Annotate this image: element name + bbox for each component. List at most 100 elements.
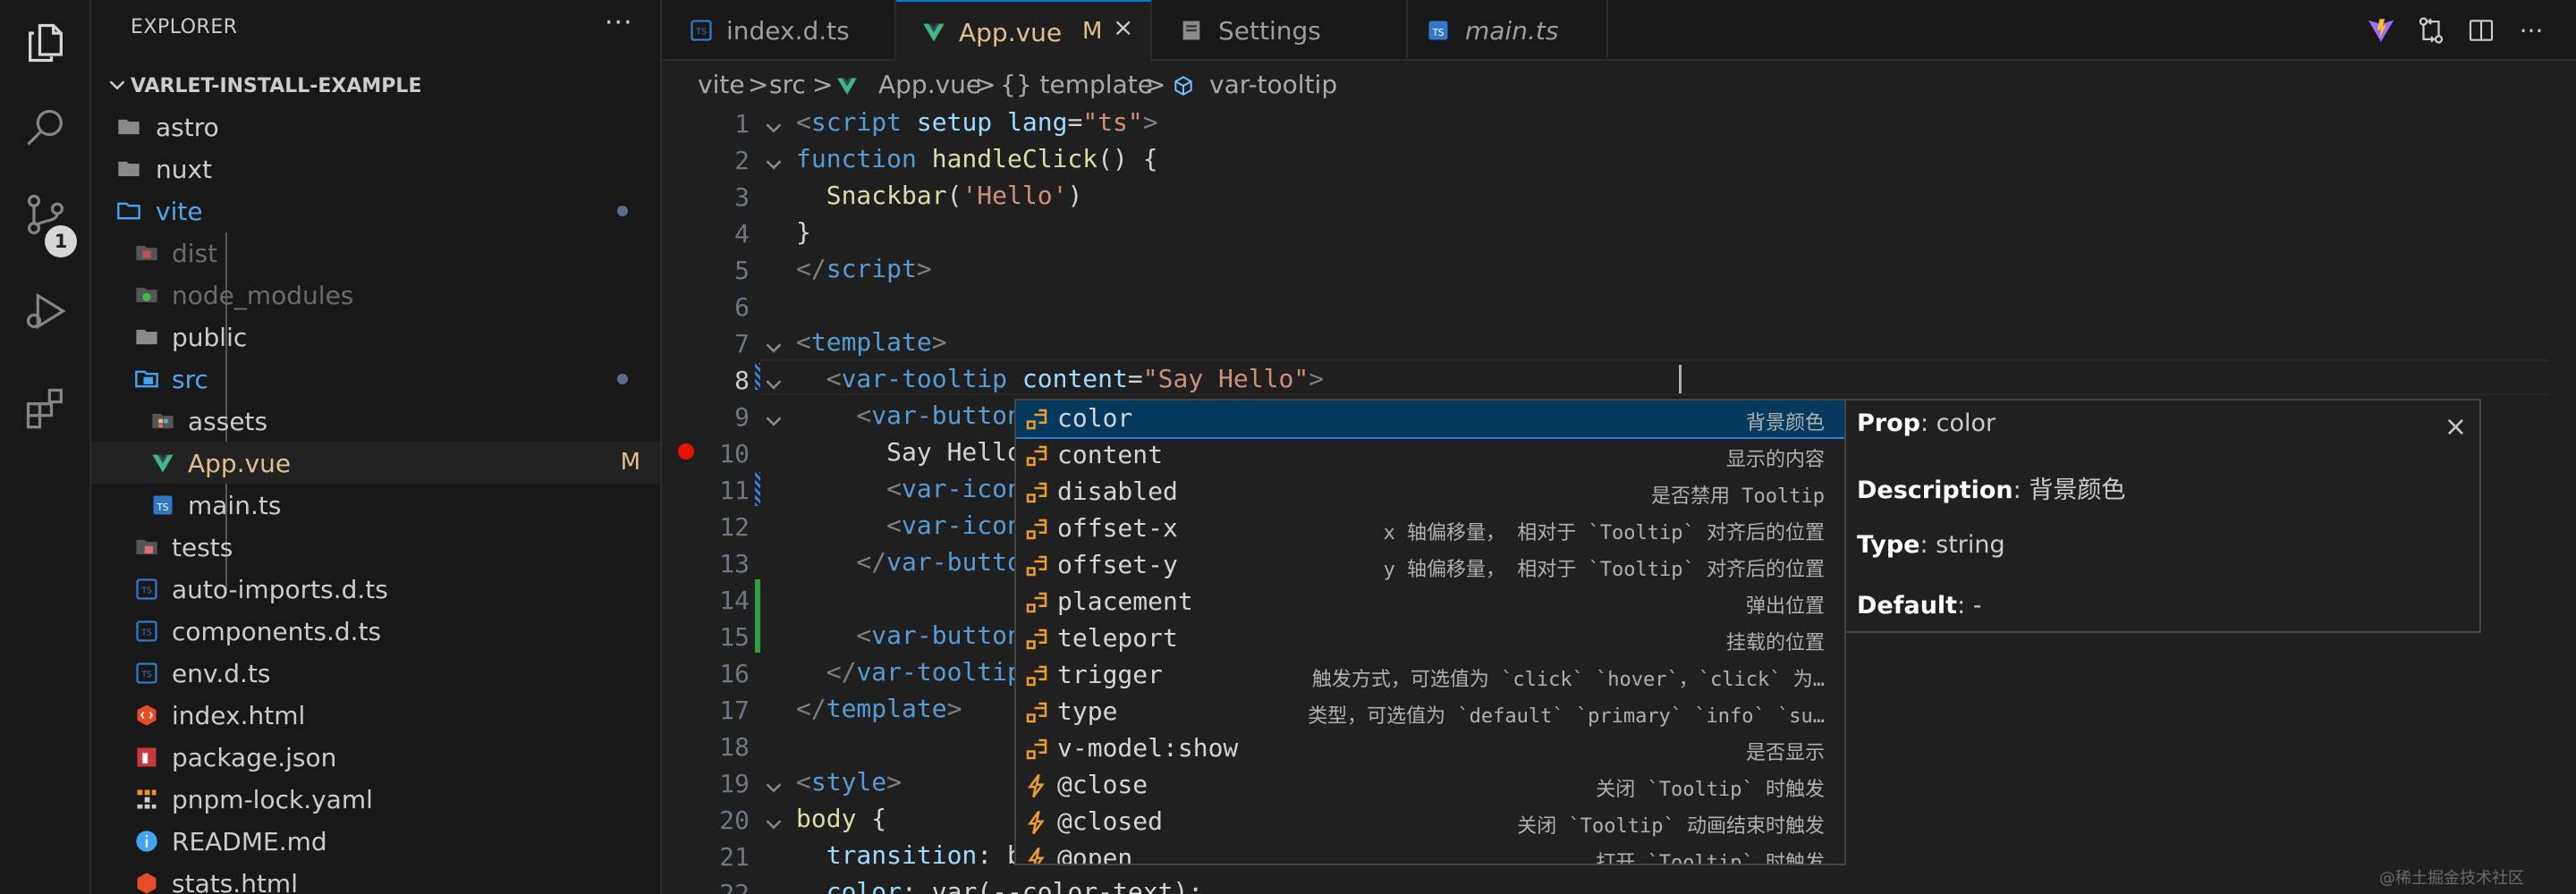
tree-file-main-ts[interactable]: TS main.ts [91, 484, 660, 526]
suggestion-item[interactable]: trigger 触发方式，可选值为 `click` `hover`，`click… [1016, 657, 1844, 694]
tree-file-readme[interactable]: README.md [91, 820, 660, 862]
tree-file-components[interactable]: TS components.d.ts [91, 610, 660, 652]
svg-text:TS: TS [140, 586, 152, 596]
tree-folder-vite[interactable]: vite [91, 190, 660, 232]
fold-chevron-icon[interactable] [760, 408, 787, 434]
tree-file-app-vue[interactable]: App.vue M [91, 442, 660, 484]
workspace-name: VARLET-INSTALL-EXAMPLE [131, 74, 422, 97]
suggestion-item[interactable]: color 背景颜色 [1016, 401, 1844, 439]
breadcrumb-src[interactable]: src [769, 70, 806, 99]
tree-file-env[interactable]: TS env.d.ts [91, 652, 660, 694]
vue-file-icon [837, 78, 857, 95]
tree-folder-node-modules[interactable]: node_modules [91, 274, 660, 316]
breadcrumb-template[interactable]: {} template [1000, 70, 1153, 99]
property-icon [1026, 592, 1047, 613]
tree-file-package-json[interactable]: package.json [91, 736, 660, 778]
tree-file-auto-imports[interactable]: TS auto-imports.d.ts [91, 568, 660, 610]
typescript-def-file-icon: TS [136, 620, 157, 642]
breadcrumb-app-vue[interactable]: App.vue [878, 70, 981, 99]
autocomplete-suggestion-list[interactable]: color 背景颜色 content 显示的内容 disabled 是否禁用 T… [1014, 399, 1846, 865]
extensions-activity-button[interactable] [0, 365, 91, 451]
tree-item-label: nuxt [156, 155, 213, 184]
tree-item-label: auto-imports.d.ts [172, 575, 388, 604]
suggestion-item[interactable]: offset-y y 轴偏移量， 相对于 `Tooltip` 对齐后的位置 [1016, 547, 1844, 584]
code-line: <script setup lang="ts"> [796, 107, 1158, 137]
workspace-section-header[interactable]: VARLET-INSTALL-EXAMPLE [91, 66, 660, 105]
fold-chevron-icon[interactable] [760, 334, 787, 361]
tab-main-ts[interactable]: TS main.ts [1408, 0, 1608, 61]
activity-bar: 1 [0, 0, 91, 894]
tab-label: Settings [1218, 15, 1321, 46]
code-line: <var-button [796, 620, 1022, 650]
breadcrumb-separator: > [812, 70, 834, 99]
search-activity-button[interactable] [0, 86, 91, 172]
code-line: <var-icon [796, 474, 1022, 503]
tab-modified-badge: M [1082, 18, 1103, 45]
run-debug-activity-button[interactable] [0, 268, 91, 354]
split-editor-button[interactable] [2463, 13, 2499, 48]
tree-folder-src[interactable]: src [91, 358, 660, 400]
tree-folder-astro[interactable]: astro [91, 105, 660, 148]
suggestion-desc: 关闭 `Tooltip` 时触发 [1596, 779, 1825, 801]
suggestion-item[interactable]: offset-x x 轴偏移量， 相对于 `Tooltip` 对齐后的位置 [1016, 510, 1844, 547]
tree-file-index-html[interactable]: index.html [91, 694, 660, 736]
tree-folder-nuxt[interactable]: nuxt [91, 148, 660, 190]
code-line: </script> [796, 254, 932, 283]
suggestion-desc: 类型，可选值为 `default` `primary` `info` `su… [1308, 705, 1825, 728]
breadcrumb-vite[interactable]: vite [698, 70, 745, 99]
fold-chevron-icon[interactable] [760, 151, 787, 178]
tree-file-stats-html[interactable]: stats.html [91, 862, 660, 894]
suggestion-item[interactable]: @open 打开 `Tooltip` 时触发 [1016, 840, 1844, 864]
suggestion-item[interactable]: @closed 关闭 `Tooltip` 动画结束时触发 [1016, 804, 1844, 840]
fold-chevron-icon[interactable] [760, 371, 787, 398]
svg-text:TS: TS [156, 502, 168, 513]
suggestion-item[interactable]: @close 关闭 `Tooltip` 时触发 [1016, 767, 1844, 804]
suggestion-desc: 触发方式，可选值为 `click` `hover`，`click` 为… [1311, 669, 1825, 691]
tree-item-label: components.d.ts [172, 617, 382, 646]
editor-more-actions-button[interactable]: ··· [2513, 13, 2549, 48]
svg-text:TS: TS [140, 670, 152, 680]
suggestion-item[interactable]: placement 弹出位置 [1016, 584, 1844, 620]
explorer-activity-button[interactable] [0, 0, 91, 86]
fold-chevron-icon[interactable] [760, 774, 787, 801]
property-icon [1026, 702, 1047, 723]
fold-chevron-icon[interactable] [760, 811, 787, 838]
property-icon [1026, 409, 1047, 430]
tree-file-pnpm-lock[interactable]: pnpm-lock.yaml [91, 778, 660, 820]
svg-text:TS: TS [140, 628, 152, 638]
line-number: 15 [719, 622, 750, 652]
tab-index-d-ts[interactable]: TS index.d.ts [662, 0, 896, 61]
watermark: @稀土掘金技术社区 [2379, 869, 2524, 888]
tree-item-label: env.d.ts [172, 659, 271, 688]
breadcrumb-var-tooltip[interactable]: var-tooltip [1209, 70, 1337, 99]
tab-app-vue[interactable]: App.vue M × [896, 0, 1152, 63]
code-line: body { [796, 804, 887, 833]
tree-folder-assets[interactable]: assets [91, 400, 660, 442]
suggestion-item[interactable]: teleport 挂载的位置 [1016, 620, 1844, 657]
fold-chevron-icon[interactable] [760, 114, 787, 141]
details-close-button[interactable]: × [2445, 411, 2467, 443]
explorer-more-actions-button[interactable]: ··· [605, 7, 633, 38]
vite-extension-button[interactable] [2363, 13, 2399, 48]
open-changes-button[interactable] [2413, 13, 2449, 48]
tree-item-label: vite [156, 197, 203, 226]
suggestion-item[interactable]: v-model:show 是否显示 [1016, 730, 1844, 767]
tree-item-label: tests [172, 533, 233, 562]
code-line: transition: b [796, 840, 1022, 870]
line-number: 16 [719, 659, 750, 688]
suggestion-name: v-model:show [1057, 733, 1239, 763]
tree-folder-dist[interactable]: dist [91, 232, 660, 274]
svg-text:TS: TS [695, 28, 707, 38]
suggestion-item[interactable]: disabled 是否禁用 Tooltip [1016, 474, 1844, 510]
tree-item-label: src [172, 365, 208, 394]
suggestion-item[interactable]: type 类型，可选值为 `default` `primary` `info` … [1016, 694, 1844, 730]
tree-folder-public[interactable]: public [91, 316, 660, 358]
tree-folder-tests[interactable]: tests [91, 526, 660, 568]
code-line: <template> [796, 327, 947, 357]
code-line: Say Hello [796, 437, 1022, 467]
suggestion-item[interactable]: content 显示的内容 [1016, 437, 1844, 474]
tab-settings[interactable]: Settings [1152, 0, 1408, 61]
code-line: } [796, 217, 811, 247]
suggestion-desc: y 轴偏移量， 相对于 `Tooltip` 对齐后的位置 [1383, 559, 1825, 581]
tab-close-button[interactable]: × [1113, 13, 1133, 42]
